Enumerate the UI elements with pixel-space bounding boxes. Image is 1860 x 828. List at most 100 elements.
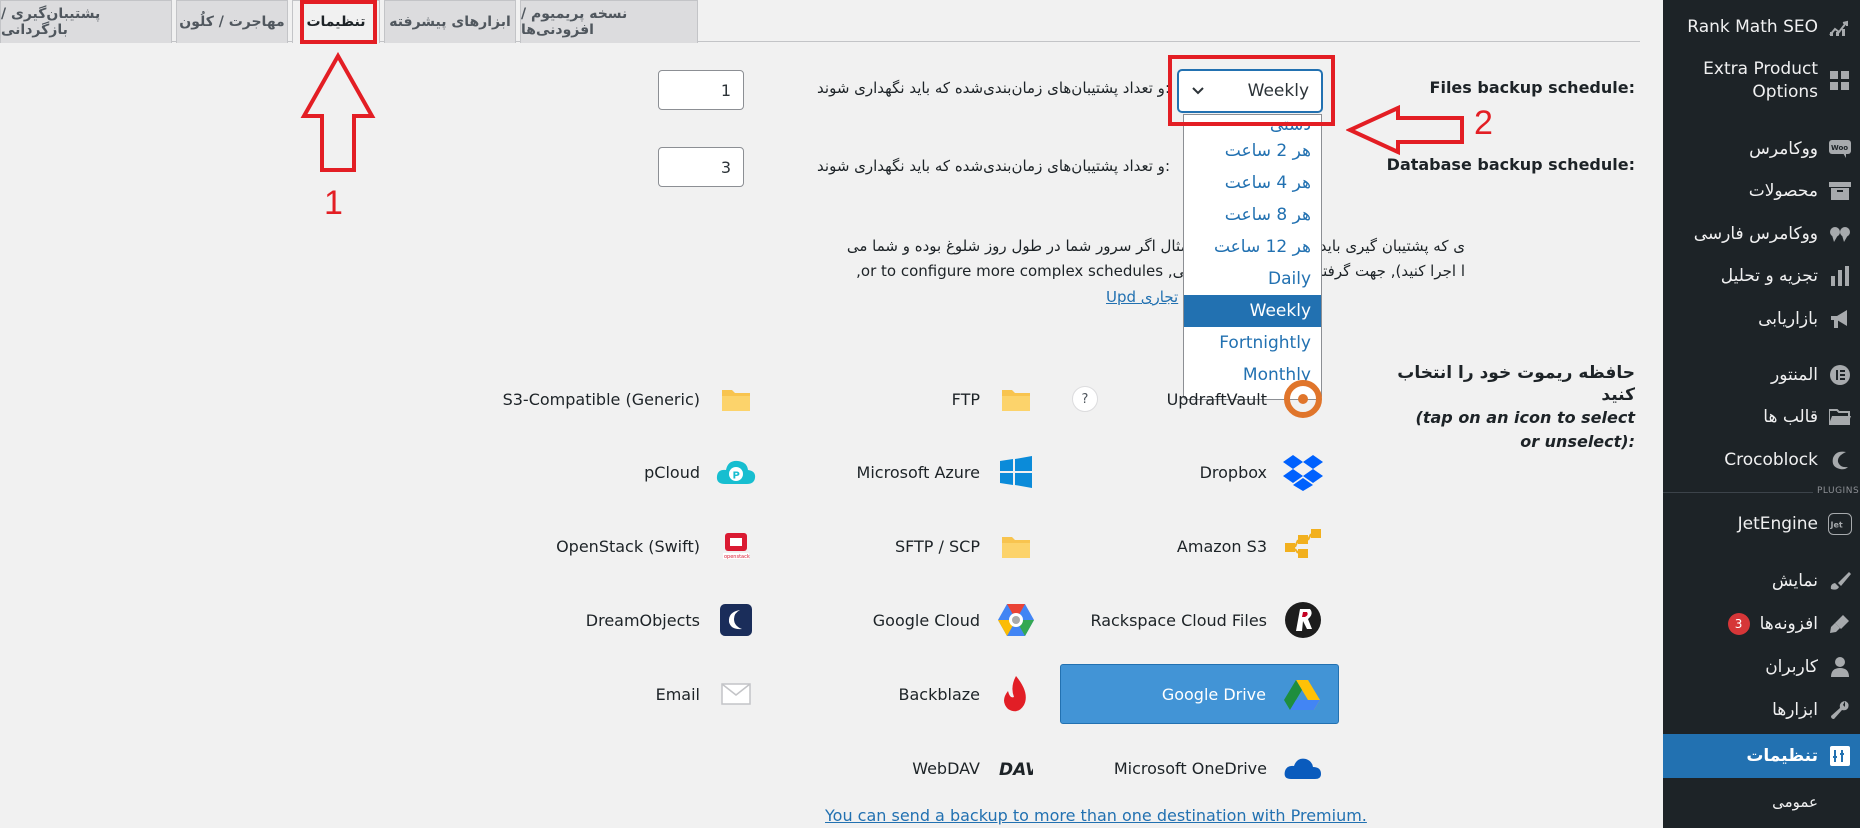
dreamobjects-icon (714, 598, 758, 642)
dest-amazon-s3[interactable]: Amazon S3 (1060, 516, 1339, 576)
dest-updraftvault[interactable]: UpdraftVault (1060, 369, 1339, 429)
plugin-icon (1826, 610, 1854, 638)
upgrade-link[interactable]: Upd تجاری (1106, 288, 1178, 306)
folder-icon (714, 377, 758, 421)
dest-google-drive[interactable]: Google Drive (1060, 664, 1339, 724)
sidebar-item-label: Crocoblock (1724, 449, 1818, 470)
sidebar-item-label: ووکامرس فارسی (1693, 223, 1818, 244)
tab-backup-restore[interactable]: پشتیبان‌گیری / بازگردانی (0, 0, 172, 43)
settings-icon (1826, 742, 1854, 770)
dest-dreamobjects[interactable]: DreamObjects (500, 590, 772, 650)
dest-openstack[interactable]: OpenStack (Swift) openstack (500, 516, 772, 576)
svg-text:openstack: openstack (724, 554, 750, 560)
sidebar-item-crocoblock[interactable]: Crocoblock (1663, 443, 1860, 477)
tab-label: ابزارهای پیشرفته (389, 14, 511, 30)
dest-label: S3-Compatible (Generic) (502, 389, 700, 409)
schedule-description-line2: ا اجرا کنید), جهت گرفتن پشتیبان های افزا… (856, 262, 1465, 280)
sidebar-item-label: Rank Math SEO (1687, 16, 1818, 37)
crocoblock-icon (1826, 446, 1854, 474)
brush-icon (1826, 567, 1854, 595)
dest-backblaze[interactable]: Backblaze (780, 664, 1052, 724)
sidebar-item-label: المنتور (1771, 364, 1818, 385)
onedrive-icon (1281, 746, 1325, 790)
sidebar-item-elementor[interactable]: المنتور (1663, 358, 1860, 392)
dest-label: pCloud (644, 462, 700, 482)
sidebar-item-marketing[interactable]: بازاریابی (1663, 302, 1860, 336)
dest-webdav[interactable]: WebDAV DAV (780, 738, 1052, 798)
svg-text:Woo: Woo (1831, 144, 1848, 152)
sidebar-item-jetengine[interactable]: JetEngine Jet (1663, 507, 1860, 541)
dest-label: Microsoft OneDrive (1113, 758, 1267, 778)
envelope-icon (714, 672, 758, 716)
dest-pcloud[interactable]: pCloud P (500, 442, 772, 502)
svg-text:P: P (733, 471, 740, 482)
updraftvault-icon (1281, 377, 1325, 421)
premium-destinations-link[interactable]: You can send a backup to more than one d… (825, 806, 1367, 825)
tab-premium-addons[interactable]: نسخه پریمیوم / افزودنی‌ها (520, 0, 698, 43)
dest-label: Backblaze (898, 684, 981, 704)
sidebar-item-tools[interactable]: ابزارها (1663, 693, 1860, 727)
dest-email[interactable]: Email (500, 664, 772, 724)
tab-migrate-clone[interactable]: مهاجرت / کلُون (176, 0, 288, 43)
sidebar-item-label: JetEngine (1737, 513, 1818, 534)
sidebar-item-analytics[interactable]: تجزیه و تحلیل (1663, 259, 1860, 293)
sidebar-item-extra-product-options[interactable]: Extra Product Options (1663, 56, 1860, 106)
plugins-update-badge: 3 (1727, 613, 1750, 635)
sidebar-item-label: افزونه‌ها (1759, 613, 1818, 634)
up-arrow-icon (300, 52, 376, 172)
folder-icon (994, 377, 1038, 421)
dest-google-cloud[interactable]: Google Cloud (780, 590, 1052, 650)
dest-label: Google Cloud (872, 610, 980, 630)
admin-sidebar: Rank Math SEO Extra Product Options ووکا… (1651, 0, 1860, 828)
files-schedule-label: Files backup schedule: (1429, 78, 1635, 97)
sidebar-item-rank-math[interactable]: Rank Math SEO (1663, 10, 1860, 44)
rank-math-icon (1826, 13, 1854, 41)
sidebar-item-users[interactable]: کاربران (1663, 650, 1860, 684)
sidebar-item-products[interactable]: محصولات (1663, 174, 1860, 208)
dest-ftp[interactable]: FTP (780, 369, 1052, 429)
dest-label: WebDAV (912, 758, 980, 778)
dest-label: Google Drive (1161, 684, 1266, 704)
left-arrow-icon (1346, 104, 1464, 156)
dest-label: DreamObjects (585, 610, 700, 630)
sidebar-item-templates[interactable]: قالب ها (1663, 400, 1860, 434)
sidebar-item-appearance[interactable]: نمایش (1663, 564, 1860, 598)
tab-label: پشتیبان‌گیری / بازگردانی (1, 6, 101, 38)
sidebar-subitem-general[interactable]: عمومی (1663, 788, 1860, 816)
settings-tabs: پشتیبان‌گیری / بازگردانی مهاجرت / کلُون … (0, 0, 1640, 43)
option-every-2-hours[interactable]: هر 2 ساعت (1184, 135, 1321, 167)
sidebar-item-persian-woocommerce[interactable]: ووکامرس فارسی (1663, 217, 1860, 251)
jetengine-icon: Jet (1826, 510, 1854, 538)
option-every-12-hours[interactable]: هر 12 ساعت (1184, 231, 1321, 263)
option-fortnightly[interactable]: Fortnightly (1184, 327, 1321, 359)
dest-sftp-scp[interactable]: SFTP / SCP (780, 516, 1052, 576)
google-drive-icon (1280, 672, 1324, 716)
current-menu-pointer (1651, 744, 1663, 768)
sidebar-item-plugins[interactable]: 3 افزونه‌ها (1663, 607, 1860, 641)
files-retain-input[interactable]: 1 (658, 70, 744, 110)
sidebar-item-label: Extra Product Options (1703, 59, 1818, 102)
dest-s3-compatible[interactable]: S3-Compatible (Generic) (500, 369, 772, 429)
sidebar-item-label: تنظیمات (1746, 745, 1818, 766)
option-daily[interactable]: Daily (1184, 263, 1321, 295)
remote-storage-hint: (tap on an icon to select or unselect): (1415, 408, 1635, 451)
tab-advanced-tools[interactable]: ابزارهای پیشرفته (384, 0, 516, 43)
annotation-number-2: 2 (1474, 104, 1493, 142)
dropbox-icon (1281, 450, 1325, 494)
option-every-4-hours[interactable]: هر 4 ساعت (1184, 167, 1321, 199)
windows-icon (994, 450, 1038, 494)
pcloud-icon: P (714, 450, 758, 494)
sidebar-item-settings[interactable]: تنظیمات (1663, 734, 1860, 778)
option-weekly[interactable]: Weekly (1184, 295, 1321, 327)
dest-microsoft-azure[interactable]: Microsoft Azure (780, 442, 1052, 502)
dest-onedrive[interactable]: Microsoft OneDrive (1060, 738, 1339, 798)
dest-rackspace[interactable]: Rackspace Cloud Files (1060, 590, 1339, 650)
sidebar-item-woocommerce[interactable]: ووکامرس Woo (1663, 132, 1860, 166)
dest-dropbox[interactable]: Dropbox (1060, 442, 1339, 502)
dest-label: Rackspace Cloud Files (1090, 610, 1267, 630)
option-every-8-hours[interactable]: هر 8 ساعت (1184, 199, 1321, 231)
sidebar-item-label: ابزارها (1772, 699, 1818, 720)
dest-label: Microsoft Azure (856, 462, 980, 482)
database-retain-input[interactable]: 3 (658, 147, 744, 187)
webdav-icon: DAV (994, 746, 1038, 790)
